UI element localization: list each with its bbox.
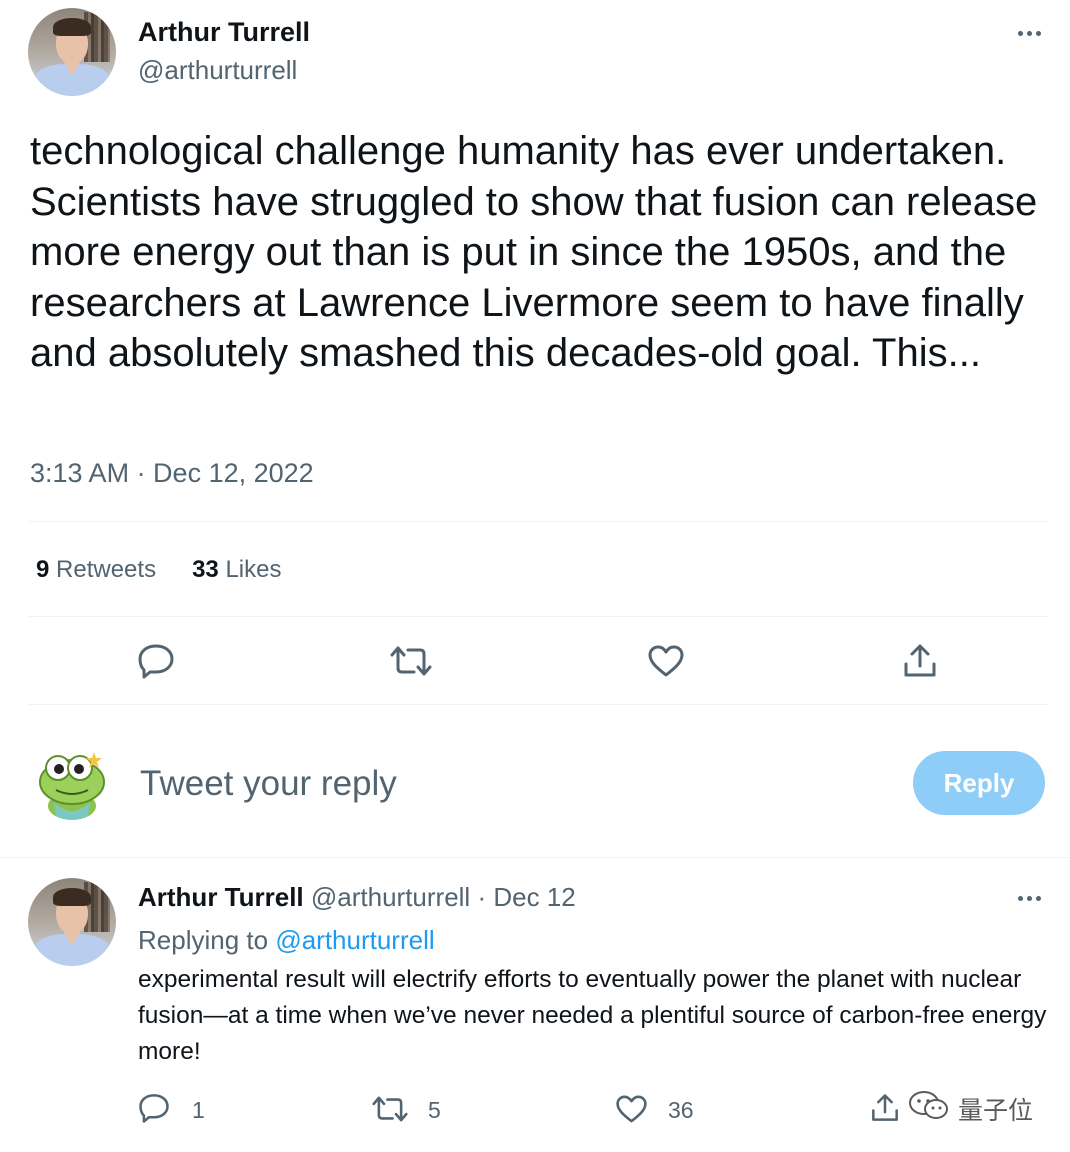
reply-like-count: 36 bbox=[668, 1097, 694, 1123]
reply-dot: · bbox=[477, 882, 487, 912]
tweet-text: technological challenge humanity has eve… bbox=[30, 129, 1038, 375]
retweets-stat[interactable]: 9 Retweets bbox=[36, 556, 156, 584]
reply-author-handle[interactable]: @arthurturrell bbox=[311, 882, 470, 912]
likes-stat[interactable]: 33 Likes bbox=[192, 556, 281, 584]
reply-retweet-icon[interactable] bbox=[372, 1094, 408, 1124]
reply-more-options-icon[interactable] bbox=[1018, 896, 1041, 901]
watermark-text: 量子位 bbox=[958, 1096, 1034, 1125]
reply-date[interactable]: Dec 12 bbox=[493, 882, 575, 912]
like-icon[interactable] bbox=[647, 644, 685, 678]
divider bbox=[28, 704, 1048, 705]
reply-share-icon[interactable] bbox=[870, 1092, 900, 1124]
reply-text: experimental result will electrify effor… bbox=[138, 966, 1047, 1065]
tweet-timestamp[interactable]: 3:13 AM · Dec 12, 2022 bbox=[30, 458, 314, 489]
reply-icon[interactable] bbox=[136, 642, 176, 680]
reply-author-line: Arthur Turrell @arthurturrell · Dec 12 bbox=[138, 882, 576, 913]
tweet-stats: 9 Retweets 33 Likes bbox=[36, 556, 281, 584]
reply-retweet-count: 5 bbox=[428, 1097, 441, 1123]
author-name[interactable]: Arthur Turrell bbox=[138, 17, 310, 48]
reply-input[interactable]: Tweet your reply bbox=[140, 764, 397, 804]
share-icon[interactable] bbox=[902, 642, 938, 680]
reply-author-name[interactable]: Arthur Turrell bbox=[138, 882, 304, 912]
watermark: 量子位 bbox=[908, 1090, 1033, 1127]
divider bbox=[0, 857, 1070, 858]
reply-author-avatar[interactable] bbox=[28, 878, 116, 966]
replying-to: Replying to @arthurturrell bbox=[138, 925, 435, 955]
reply-reply-icon[interactable] bbox=[137, 1092, 171, 1124]
author-handle[interactable]: @arthurturrell bbox=[138, 55, 297, 86]
retweet-icon[interactable] bbox=[390, 644, 432, 678]
wechat-icon bbox=[908, 1090, 950, 1127]
divider bbox=[28, 616, 1048, 617]
more-options-icon[interactable] bbox=[1018, 31, 1041, 36]
reply-reply-count: 1 bbox=[192, 1097, 205, 1123]
reply-like-icon[interactable] bbox=[615, 1094, 648, 1124]
user-avatar[interactable] bbox=[34, 746, 110, 822]
divider bbox=[28, 521, 1048, 522]
reply-button[interactable]: Reply bbox=[913, 751, 1045, 815]
replying-to-link[interactable]: @arthurturrell bbox=[275, 925, 434, 955]
author-avatar[interactable] bbox=[28, 8, 116, 96]
